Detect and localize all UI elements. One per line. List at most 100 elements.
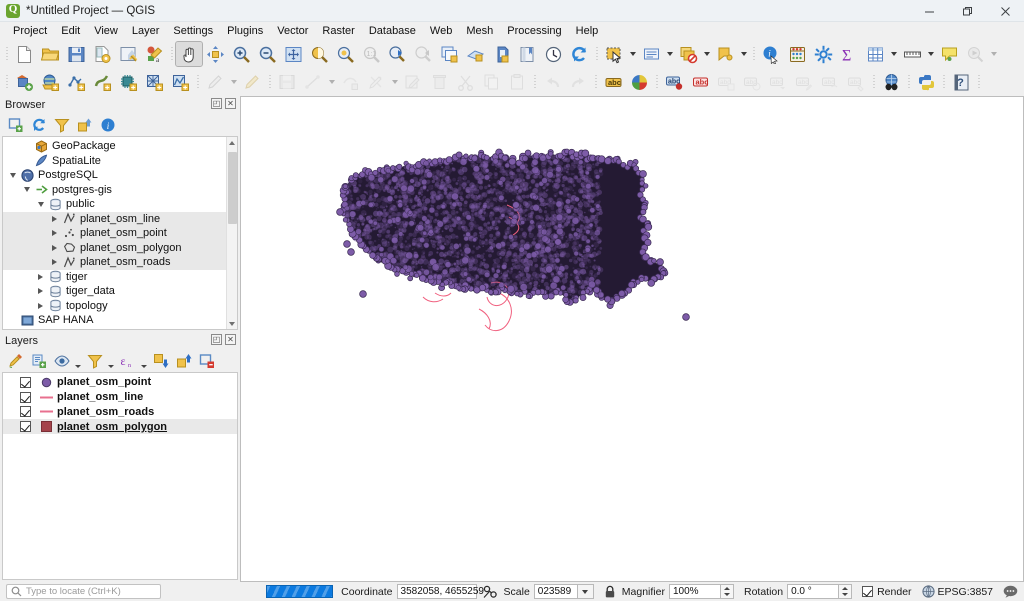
chevron-right-icon[interactable] <box>34 288 47 294</box>
add-mesh-layer-button[interactable] <box>89 70 115 94</box>
open-data-source-manager-button[interactable] <box>11 70 37 94</box>
layer-row[interactable]: planet_osm_polygon <box>3 419 237 435</box>
menu-processing[interactable]: Processing <box>500 23 568 39</box>
modify-attributes-button[interactable] <box>400 70 426 94</box>
layer-visibility-checkbox[interactable] <box>20 406 31 418</box>
cut-features-button[interactable] <box>452 70 478 94</box>
chevron-down-icon[interactable] <box>577 584 594 599</box>
collapse-all-layers-button[interactable] <box>173 351 194 370</box>
bookmarks-button[interactable] <box>514 42 540 66</box>
identify-results-button[interactable] <box>488 42 514 66</box>
magnifier-stepper[interactable] <box>720 584 734 599</box>
python-console-button[interactable] <box>913 70 939 94</box>
run-feature-action-button[interactable] <box>962 42 988 66</box>
copy-features-button[interactable] <box>478 70 504 94</box>
browser-tree-item[interactable]: tiger <box>3 270 237 285</box>
new-project-button[interactable] <box>11 42 37 66</box>
scroll-down-icon[interactable] <box>227 318 237 329</box>
close-button[interactable] <box>986 0 1024 22</box>
select-features-dropdown[interactable] <box>627 42 638 66</box>
rotate-label2-button[interactable]: abc <box>817 70 843 94</box>
delete-selected-button[interactable] <box>426 70 452 94</box>
chevron-down-icon[interactable] <box>34 202 47 207</box>
manage-map-themes-dropdown[interactable] <box>74 351 82 370</box>
rotate-label-button[interactable]: abc <box>765 70 791 94</box>
scale-value[interactable]: 023589 <box>533 584 578 599</box>
help-button[interactable]: ? <box>948 70 974 94</box>
identify-features-button[interactable] <box>712 42 738 66</box>
map-tips-button[interactable] <box>936 42 962 66</box>
zoom-out-button[interactable] <box>254 42 280 66</box>
vertex-tool-dropdown[interactable] <box>389 70 400 94</box>
magnifier-spinbox[interactable]: 100% <box>668 584 734 599</box>
filter-browser-button[interactable] <box>51 115 72 134</box>
add-wms-layer-button[interactable] <box>167 70 193 94</box>
toggle-extents-icon[interactable] <box>483 585 498 599</box>
menu-plugins[interactable]: Plugins <box>220 23 270 39</box>
browser-tree-item[interactable]: planet_osm_line <box>3 211 237 226</box>
chevron-right-icon[interactable] <box>34 303 47 309</box>
zoom-to-selection-button[interactable] <box>306 42 332 66</box>
add-feature-button[interactable] <box>300 70 326 94</box>
zoom-last-button[interactable] <box>384 42 410 66</box>
layer-labeling-button[interactable]: abc <box>600 70 626 94</box>
browser-tree-item[interactable]: planet_osm_polygon <box>3 240 237 255</box>
layers-close-button[interactable]: ✕ <box>225 334 236 345</box>
add-delimited-text-layer-button[interactable] <box>115 70 141 94</box>
temporal-controller-button[interactable] <box>540 42 566 66</box>
save-project-button[interactable] <box>63 42 89 66</box>
remove-layer-button[interactable] <box>196 351 217 370</box>
browser-tree-item[interactable]: topology <box>3 299 237 314</box>
expand-all-button[interactable] <box>150 351 171 370</box>
minimize-button[interactable] <box>910 0 948 22</box>
menu-raster[interactable]: Raster <box>315 23 361 39</box>
filter-legend-expression-button[interactable]: εn <box>117 351 138 370</box>
magnifier-down-icon[interactable] <box>721 592 733 599</box>
chevron-down-icon[interactable] <box>6 173 19 178</box>
filter-legend-button[interactable] <box>84 351 105 370</box>
new-3d-map-view-button[interactable] <box>462 42 488 66</box>
refresh-button[interactable] <box>566 42 592 66</box>
move-label-button[interactable]: abc <box>739 70 765 94</box>
browser-close-button[interactable]: ✕ <box>225 98 236 109</box>
browser-tree-item[interactable]: public <box>3 197 237 212</box>
identify-features-dropdown[interactable] <box>738 42 749 66</box>
open-layer-styling-panel-button[interactable] <box>5 351 26 370</box>
add-feature-dropdown[interactable] <box>326 70 337 94</box>
layer-row[interactable]: planet_osm_roads <box>3 405 237 420</box>
layer-visibility-checkbox[interactable] <box>20 421 31 433</box>
zoom-next-button[interactable] <box>410 42 436 66</box>
layers-list[interactable]: planet_osm_point planet_osm_line planet_os… <box>2 372 238 580</box>
menu-help[interactable]: Help <box>569 23 606 39</box>
current-edits-button[interactable] <box>202 70 228 94</box>
rotation-stepper[interactable] <box>839 584 853 599</box>
statistical-summary-button[interactable]: Σ <box>836 42 862 66</box>
scroll-up-icon[interactable] <box>227 137 237 148</box>
zoom-to-layer-button[interactable] <box>332 42 358 66</box>
manage-map-themes-button[interactable] <box>51 351 72 370</box>
open-project-button[interactable] <box>37 42 63 66</box>
undo-button[interactable] <box>539 70 565 94</box>
select-value-dropdown[interactable] <box>664 42 675 66</box>
layers-undock-button[interactable]: ◰ <box>211 334 222 345</box>
lock-icon[interactable] <box>604 585 616 599</box>
save-layer-edits-button[interactable] <box>274 70 300 94</box>
chevron-right-icon[interactable] <box>34 274 47 280</box>
menu-mesh[interactable]: Mesh <box>459 23 500 39</box>
chevron-right-icon[interactable] <box>48 216 61 222</box>
measure-button[interactable] <box>899 42 925 66</box>
open-attribute-table-button[interactable] <box>862 42 888 66</box>
maximize-button[interactable] <box>948 0 986 22</box>
menu-project[interactable]: Project <box>6 23 54 39</box>
revert-label-button[interactable]: abc <box>843 70 869 94</box>
chevron-down-icon[interactable] <box>20 187 33 192</box>
crs-status[interactable]: EPSG:3857 <box>921 585 993 598</box>
new-print-layout-button[interactable] <box>115 42 141 66</box>
message-bubble-icon[interactable] <box>1003 585 1018 598</box>
vertex-tool-alt-button[interactable] <box>363 70 389 94</box>
locate-bar[interactable]: Type to locate (Ctrl+K) <box>6 584 161 599</box>
scale-combo[interactable]: 023589 <box>533 584 594 599</box>
menu-vector[interactable]: Vector <box>270 23 315 39</box>
style-manager-button[interactable]: a <box>141 42 167 66</box>
browser-scroll-thumb[interactable] <box>228 152 237 224</box>
